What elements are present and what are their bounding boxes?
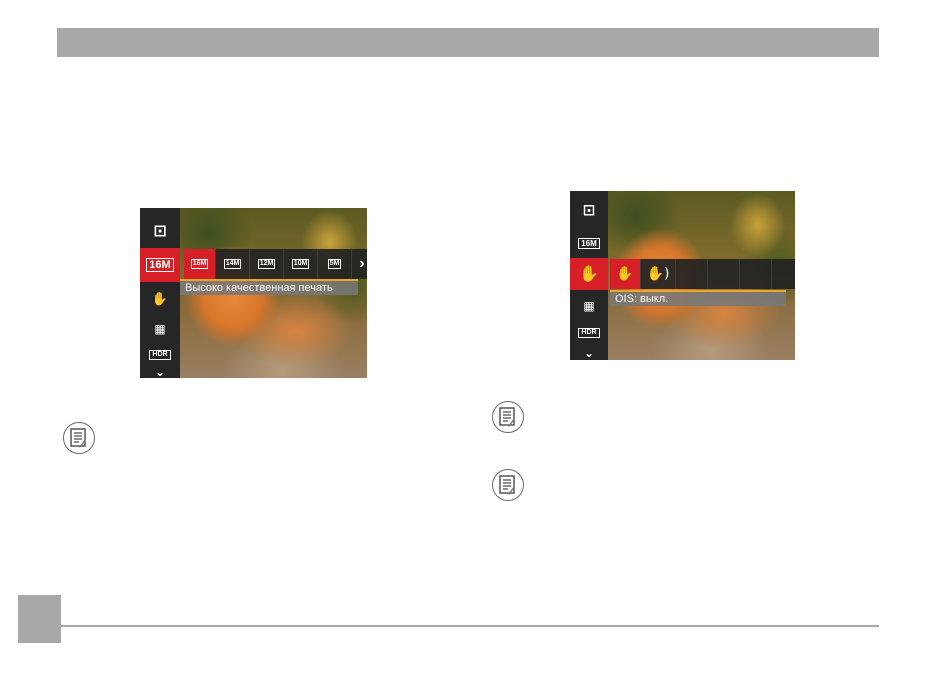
ois-off-icon: ✋ xyxy=(151,291,169,307)
chevron-down-icon: ⌄ xyxy=(583,345,595,360)
image-size-button[interactable]: 16M xyxy=(570,229,608,257)
hdr-off-icon: HDR xyxy=(578,328,600,338)
metering-icon: ⊡ xyxy=(582,200,596,219)
image-size-options: 16M 14M 12M 10M 5M › xyxy=(184,249,367,279)
camera-screen-right: ⊡ 16M ✋ ▦ HDR ⌄ ✋ ✋) OIS: выкл. xyxy=(570,191,795,360)
note-icon xyxy=(63,422,95,454)
color-effect-icon: ▦ xyxy=(583,299,595,313)
color-effect-button[interactable]: ▦ xyxy=(140,314,180,344)
color-effect-button[interactable]: ▦ xyxy=(570,292,608,320)
camera-screen-left: ⊡ 16M ✋ ▦ HDR ⌄ 16M 14M 12M 10M 5M › Выс… xyxy=(140,208,367,378)
option-ois-off[interactable]: ✋ xyxy=(610,259,641,289)
ois-options: ✋ ✋) xyxy=(610,259,795,289)
note-icon xyxy=(492,469,524,501)
header-bar xyxy=(57,28,879,57)
option-caption: Высоко качественная печать xyxy=(180,279,358,295)
ois-button[interactable]: ✋ xyxy=(140,284,180,314)
option-16m[interactable]: 16M xyxy=(184,249,216,279)
option-10m[interactable]: 10M xyxy=(284,249,318,279)
empty-slot xyxy=(676,259,708,289)
option-14m[interactable]: 14M xyxy=(216,249,250,279)
footer-line xyxy=(61,625,879,627)
color-effect-icon: ▦ xyxy=(154,322,166,336)
metering-button[interactable]: ⊡ xyxy=(570,195,608,225)
option-ois-on[interactable]: ✋) xyxy=(641,259,676,289)
hdr-button[interactable]: HDR xyxy=(570,321,608,345)
empty-slot xyxy=(772,259,795,289)
option-12m[interactable]: 12M xyxy=(250,249,284,279)
page-number-box xyxy=(18,595,61,643)
empty-slot xyxy=(708,259,740,289)
image-size-16m-icon: 16M xyxy=(146,258,174,272)
scroll-down-button[interactable]: ⌄ xyxy=(570,345,608,360)
option-5m[interactable]: 5M xyxy=(318,249,352,279)
hdr-button[interactable]: HDR xyxy=(140,344,180,366)
settings-sidebar: ⊡ 16M ✋ ▦ HDR ⌄ xyxy=(570,191,608,360)
hdr-off-icon: HDR xyxy=(149,350,171,360)
metering-button[interactable]: ⊡ xyxy=(140,214,180,248)
ois-off-icon: ✋ xyxy=(579,264,599,283)
ois-off-icon: ✋ xyxy=(616,266,634,282)
settings-sidebar: ⊡ 16M ✋ ▦ HDR ⌄ xyxy=(140,208,180,378)
chevron-down-icon: ⌄ xyxy=(154,364,166,378)
scroll-down-button[interactable]: ⌄ xyxy=(140,365,180,378)
image-size-button[interactable]: 16M xyxy=(140,248,180,282)
image-size-16m-icon: 16M xyxy=(578,237,600,249)
ois-button[interactable]: ✋ xyxy=(570,258,608,290)
metering-icon: ⊡ xyxy=(153,221,167,240)
option-caption: OIS: выкл. xyxy=(610,290,786,306)
note-icon xyxy=(492,401,524,433)
ois-on-icon: ✋) xyxy=(646,266,670,282)
more-options-button[interactable]: › xyxy=(352,249,367,279)
chevron-right-icon: › xyxy=(359,255,365,272)
empty-slot xyxy=(740,259,772,289)
